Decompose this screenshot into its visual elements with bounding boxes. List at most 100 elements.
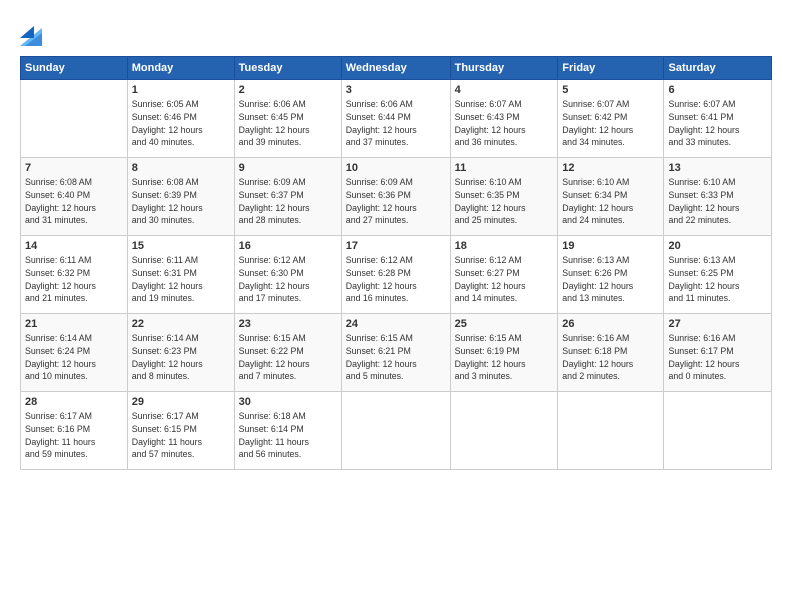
day-number: 13 <box>668 162 767 174</box>
day-number: 4 <box>455 84 554 96</box>
day-info: Sunrise: 6:07 AM Sunset: 6:42 PM Dayligh… <box>562 98 659 149</box>
day-cell: 19 Sunrise: 6:13 AM Sunset: 6:26 PM Dayli… <box>558 236 664 314</box>
day-cell: 26Sunrise: 6:16 AM Sunset: 6:18 PM Dayli… <box>558 314 664 392</box>
day-cell <box>341 392 450 470</box>
day-info: Sunrise: 6:09 AM Sunset: 6:37 PM Dayligh… <box>239 176 337 227</box>
col-header-sunday: Sunday <box>21 57 128 80</box>
day-cell: 15 Sunrise: 6:11 AM Sunset: 6:31 PM Dayli… <box>127 236 234 314</box>
calendar-body: 1 Sunrise: 6:05 AM Sunset: 6:46 PM Daylig… <box>21 80 772 470</box>
day-cell: 4 Sunrise: 6:07 AM Sunset: 6:43 PM Daylig… <box>450 80 558 158</box>
day-number: 18 <box>455 240 554 252</box>
day-cell: 27 Sunrise: 6:16 AM Sunset: 6:17 PM Dayli… <box>664 314 772 392</box>
col-header-thursday: Thursday <box>450 57 558 80</box>
week-row-4: 28Sunrise: 6:17 AM Sunset: 6:16 PM Dayli… <box>21 392 772 470</box>
day-cell: 10 Sunrise: 6:09 AM Sunset: 6:36 PM Dayli… <box>341 158 450 236</box>
day-cell: 2 Sunrise: 6:06 AM Sunset: 6:45 PM Daylig… <box>234 80 341 158</box>
day-info: Sunrise: 6:12 AM Sunset: 6:30 PM Dayligh… <box>239 254 337 305</box>
day-number: 2 <box>239 84 337 96</box>
day-number: 19 <box>562 240 659 252</box>
header-row: SundayMondayTuesdayWednesdayThursdayFrid… <box>21 57 772 80</box>
col-header-friday: Friday <box>558 57 664 80</box>
day-info: Sunrise: 6:08 AM Sunset: 6:40 PM Dayligh… <box>25 176 123 227</box>
calendar-header: SundayMondayTuesdayWednesdayThursdayFrid… <box>21 57 772 80</box>
day-info: Sunrise: 6:05 AM Sunset: 6:46 PM Dayligh… <box>132 98 230 149</box>
col-header-saturday: Saturday <box>664 57 772 80</box>
day-cell: 16Sunrise: 6:12 AM Sunset: 6:30 PM Dayli… <box>234 236 341 314</box>
day-cell: 12 Sunrise: 6:10 AM Sunset: 6:34 PM Dayli… <box>558 158 664 236</box>
day-info: Sunrise: 6:15 AM Sunset: 6:22 PM Dayligh… <box>239 332 337 383</box>
week-row-2: 14 Sunrise: 6:11 AM Sunset: 6:32 PM Dayli… <box>21 236 772 314</box>
logo <box>20 18 46 46</box>
day-info: Sunrise: 6:13 AM Sunset: 6:25 PM Dayligh… <box>668 254 767 305</box>
day-cell: 23 Sunrise: 6:15 AM Sunset: 6:22 PM Dayli… <box>234 314 341 392</box>
day-number: 6 <box>668 84 767 96</box>
day-cell: 30Sunrise: 6:18 AM Sunset: 6:14 PM Dayli… <box>234 392 341 470</box>
day-info: Sunrise: 6:09 AM Sunset: 6:36 PM Dayligh… <box>346 176 446 227</box>
day-number: 23 <box>239 318 337 330</box>
day-info: Sunrise: 6:14 AM Sunset: 6:23 PM Dayligh… <box>132 332 230 383</box>
day-info: Sunrise: 6:11 AM Sunset: 6:32 PM Dayligh… <box>25 254 123 305</box>
day-cell: 5 Sunrise: 6:07 AM Sunset: 6:42 PM Daylig… <box>558 80 664 158</box>
day-info: Sunrise: 6:13 AM Sunset: 6:26 PM Dayligh… <box>562 254 659 305</box>
day-info: Sunrise: 6:12 AM Sunset: 6:27 PM Dayligh… <box>455 254 554 305</box>
day-number: 29 <box>132 396 230 408</box>
day-cell: 13Sunrise: 6:10 AM Sunset: 6:33 PM Dayli… <box>664 158 772 236</box>
day-cell: 22 Sunrise: 6:14 AM Sunset: 6:23 PM Dayli… <box>127 314 234 392</box>
day-number: 5 <box>562 84 659 96</box>
day-number: 10 <box>346 162 446 174</box>
day-info: Sunrise: 6:10 AM Sunset: 6:34 PM Dayligh… <box>562 176 659 227</box>
day-cell <box>21 80 128 158</box>
day-number: 26 <box>562 318 659 330</box>
day-info: Sunrise: 6:11 AM Sunset: 6:31 PM Dayligh… <box>132 254 230 305</box>
day-cell <box>450 392 558 470</box>
day-number: 24 <box>346 318 446 330</box>
day-info: Sunrise: 6:18 AM Sunset: 6:14 PM Dayligh… <box>239 410 337 461</box>
col-header-wednesday: Wednesday <box>341 57 450 80</box>
day-number: 1 <box>132 84 230 96</box>
day-number: 21 <box>25 318 123 330</box>
day-cell: 8 Sunrise: 6:08 AM Sunset: 6:39 PM Daylig… <box>127 158 234 236</box>
day-number: 20 <box>668 240 767 252</box>
week-row-3: 21 Sunrise: 6:14 AM Sunset: 6:24 PM Dayli… <box>21 314 772 392</box>
week-row-1: 7 Sunrise: 6:08 AM Sunset: 6:40 PM Daylig… <box>21 158 772 236</box>
day-number: 9 <box>239 162 337 174</box>
day-cell: 7 Sunrise: 6:08 AM Sunset: 6:40 PM Daylig… <box>21 158 128 236</box>
day-cell <box>558 392 664 470</box>
day-info: Sunrise: 6:16 AM Sunset: 6:17 PM Dayligh… <box>668 332 767 383</box>
day-number: 8 <box>132 162 230 174</box>
day-info: Sunrise: 6:08 AM Sunset: 6:39 PM Dayligh… <box>132 176 230 227</box>
day-number: 15 <box>132 240 230 252</box>
day-number: 27 <box>668 318 767 330</box>
day-number: 3 <box>346 84 446 96</box>
day-number: 22 <box>132 318 230 330</box>
day-info: Sunrise: 6:07 AM Sunset: 6:43 PM Dayligh… <box>455 98 554 149</box>
day-number: 28 <box>25 396 123 408</box>
day-cell <box>664 392 772 470</box>
day-number: 7 <box>25 162 123 174</box>
day-info: Sunrise: 6:15 AM Sunset: 6:19 PM Dayligh… <box>455 332 554 383</box>
day-number: 12 <box>562 162 659 174</box>
day-info: Sunrise: 6:10 AM Sunset: 6:35 PM Dayligh… <box>455 176 554 227</box>
day-cell: 18 Sunrise: 6:12 AM Sunset: 6:27 PM Dayli… <box>450 236 558 314</box>
day-number: 14 <box>25 240 123 252</box>
col-header-tuesday: Tuesday <box>234 57 341 80</box>
calendar: SundayMondayTuesdayWednesdayThursdayFrid… <box>20 56 772 470</box>
header <box>20 18 772 46</box>
day-cell: 11Sunrise: 6:10 AM Sunset: 6:35 PM Dayli… <box>450 158 558 236</box>
logo-icon <box>20 18 42 46</box>
week-row-0: 1 Sunrise: 6:05 AM Sunset: 6:46 PM Daylig… <box>21 80 772 158</box>
day-cell: 17Sunrise: 6:12 AM Sunset: 6:28 PM Dayli… <box>341 236 450 314</box>
day-cell: 20 Sunrise: 6:13 AM Sunset: 6:25 PM Dayli… <box>664 236 772 314</box>
day-info: Sunrise: 6:06 AM Sunset: 6:45 PM Dayligh… <box>239 98 337 149</box>
day-cell: 3 Sunrise: 6:06 AM Sunset: 6:44 PM Daylig… <box>341 80 450 158</box>
day-info: Sunrise: 6:14 AM Sunset: 6:24 PM Dayligh… <box>25 332 123 383</box>
day-info: Sunrise: 6:07 AM Sunset: 6:41 PM Dayligh… <box>668 98 767 149</box>
day-cell: 14 Sunrise: 6:11 AM Sunset: 6:32 PM Dayli… <box>21 236 128 314</box>
day-cell: 21 Sunrise: 6:14 AM Sunset: 6:24 PM Dayli… <box>21 314 128 392</box>
page: SundayMondayTuesdayWednesdayThursdayFrid… <box>0 0 792 612</box>
day-info: Sunrise: 6:06 AM Sunset: 6:44 PM Dayligh… <box>346 98 446 149</box>
day-cell: 24Sunrise: 6:15 AM Sunset: 6:21 PM Dayli… <box>341 314 450 392</box>
day-number: 25 <box>455 318 554 330</box>
day-cell: 29Sunrise: 6:17 AM Sunset: 6:15 PM Dayli… <box>127 392 234 470</box>
day-number: 17 <box>346 240 446 252</box>
